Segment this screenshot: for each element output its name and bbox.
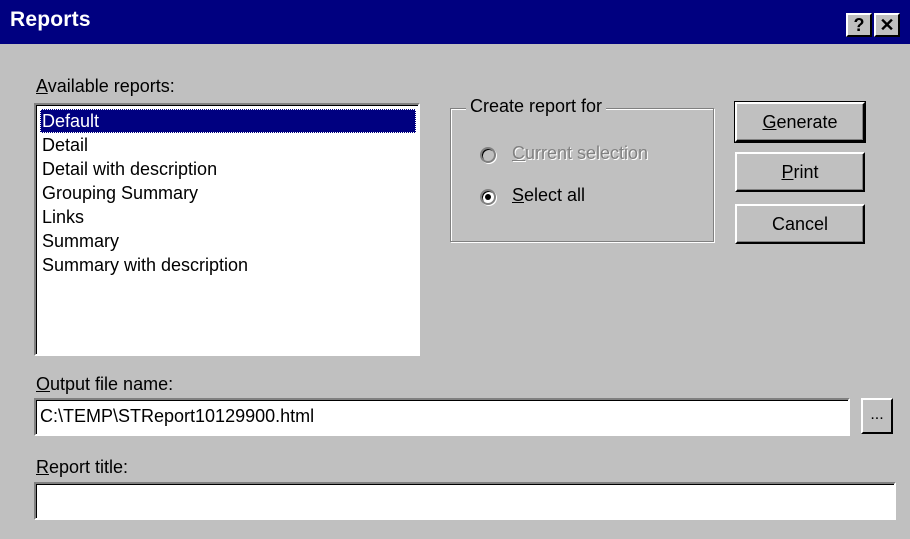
print-button[interactable]: Print [735, 152, 865, 192]
list-item-summary-with-description[interactable]: Summary with description [40, 253, 416, 277]
select-all-radio[interactable] [480, 189, 496, 205]
reports-listbox[interactable]: Default Detail Detail with description G… [34, 103, 420, 356]
close-button[interactable]: ✕ [874, 13, 900, 37]
generate-button[interactable]: Generate [734, 101, 866, 143]
create-report-for-group [450, 108, 714, 242]
window-title: Reports [10, 8, 91, 31]
radio-checked-dot [485, 194, 491, 200]
available-reports-label: Available reports: [36, 76, 175, 96]
list-item-summary[interactable]: Summary [40, 229, 416, 253]
select-all-label[interactable]: Select all [512, 185, 585, 206]
title-bar[interactable]: Reports ? ✕ [0, 0, 910, 44]
output-file-name-input[interactable]: C:\TEMP\STReport10129900.html [34, 398, 850, 436]
browse-button[interactable]: ... [861, 398, 893, 434]
current-selection-label[interactable]: Current selection [512, 143, 648, 164]
cancel-button[interactable]: Cancel [735, 204, 865, 244]
help-button[interactable]: ? [846, 13, 872, 37]
reports-dialog: Reports ? ✕ Available reports: Default D… [0, 0, 910, 539]
create-report-for-legend: Create report for [466, 96, 607, 117]
current-selection-radio[interactable] [480, 147, 496, 163]
output-file-name-label: Output file name: [36, 374, 174, 394]
report-title-label: Report title: [36, 457, 129, 477]
list-item-detail[interactable]: Detail [40, 133, 416, 157]
list-item-detail-with-description[interactable]: Detail with description [40, 157, 416, 181]
report-title-input[interactable] [34, 482, 896, 520]
list-item-default[interactable]: Default [40, 109, 416, 133]
list-item-grouping-summary[interactable]: Grouping Summary [40, 181, 416, 205]
list-item-links[interactable]: Links [40, 205, 416, 229]
